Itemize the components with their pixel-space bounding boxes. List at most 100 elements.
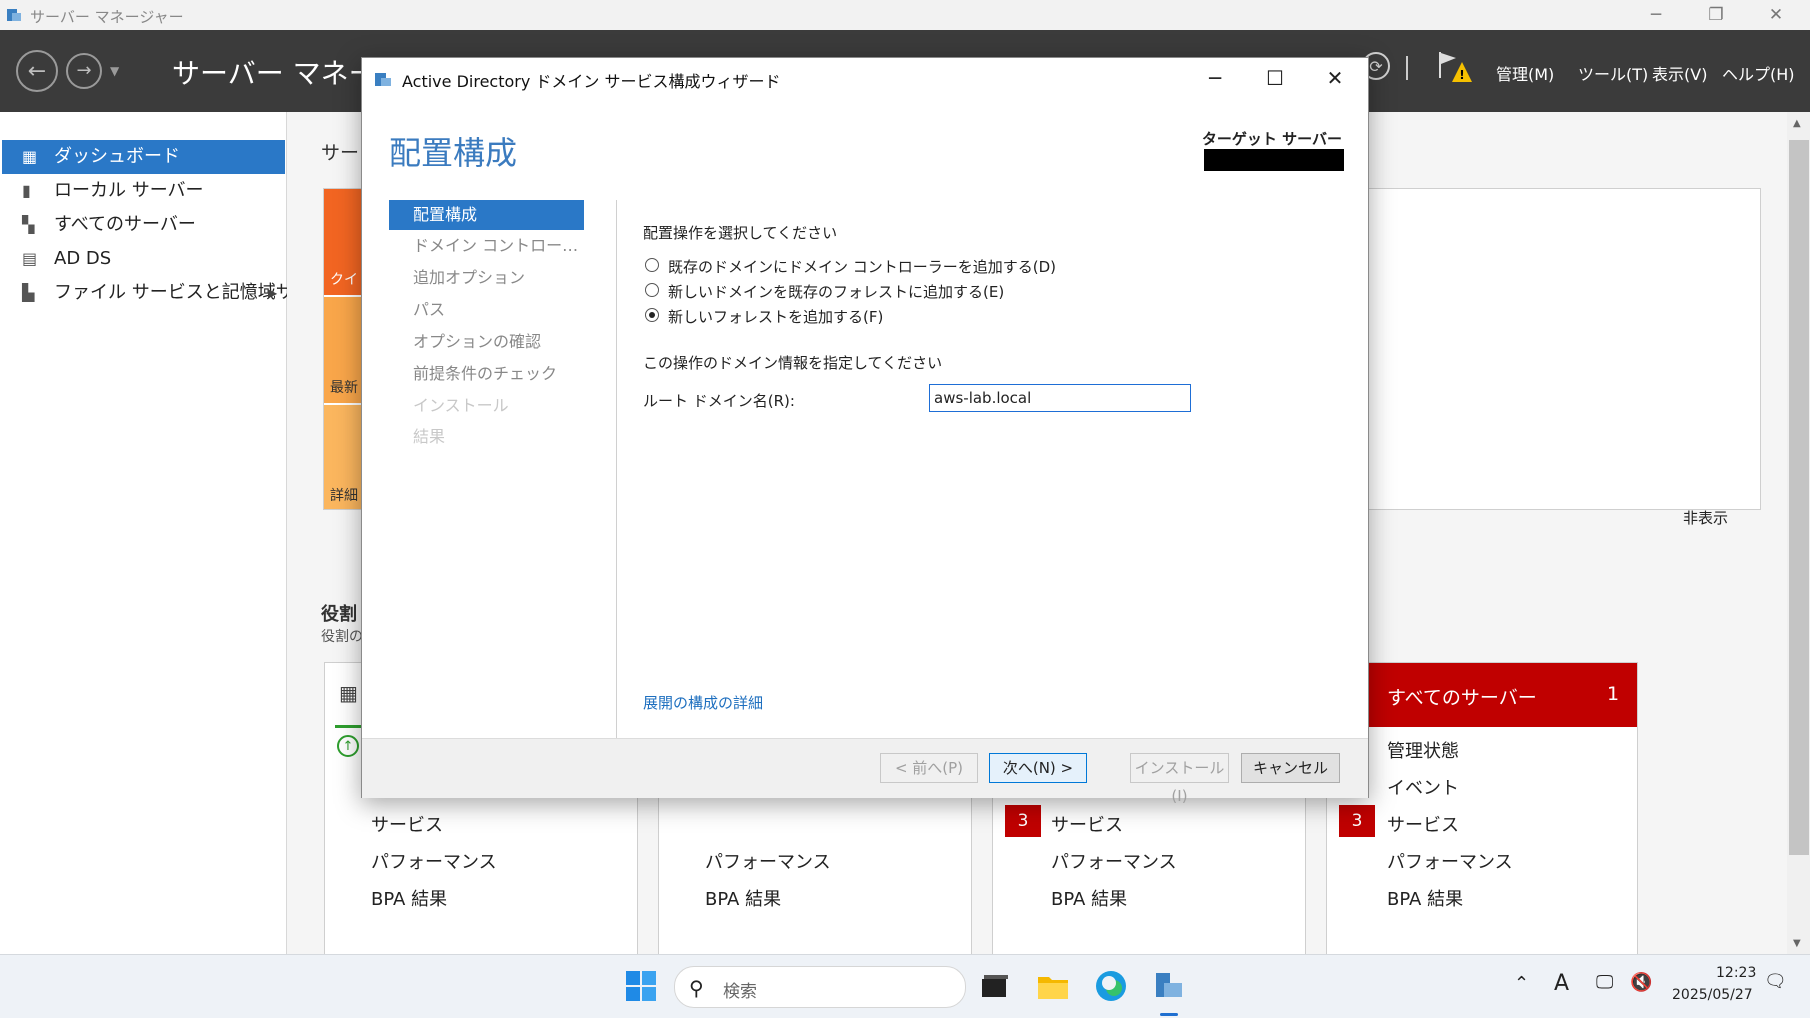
sidebar-item-adds[interactable]: ▤ AD DS <box>2 242 285 276</box>
step-deployment-config[interactable]: 配置構成 <box>389 200 584 230</box>
tile-row-manageability[interactable]: 管理状態 <box>1387 737 1459 763</box>
scroll-down-icon[interactable]: ▼ <box>1793 938 1801 949</box>
sidebar-item-label: AD DS <box>54 248 112 269</box>
radio-add-dc-existing-domain[interactable] <box>645 258 659 272</box>
step-dc-options[interactable]: ドメイン コントローラー オプション <box>389 231 584 261</box>
dashboard-icon: ▦ <box>22 147 38 166</box>
notification-flag-icon[interactable]: ! <box>1436 48 1472 88</box>
notification-center-icon[interactable]: 🗨 <box>1764 971 1787 992</box>
taskbar: ⚲ 検索 ⌃ A 🖵 🔇 12:23 2025/05/27 🗨 <box>0 954 1810 1018</box>
menu-view[interactable]: 表示(V) <box>1652 61 1707 85</box>
cancel-button[interactable]: キャンセル <box>1241 753 1340 783</box>
step-additional-options[interactable]: 追加オプション <box>389 263 584 293</box>
sidebar-item-file-services[interactable]: ▙ ファイル サービスと記憶域サ... ▶ <box>2 276 311 310</box>
tile-row-performance[interactable]: パフォーマンス <box>1387 848 1513 874</box>
network-icon[interactable]: 🖵 <box>1596 972 1613 993</box>
expand-chevron-icon[interactable]: ▶ <box>268 276 277 310</box>
wizard-titlebar: Active Directory ドメイン サービス構成ウィザード ─ ☐ ✕ <box>362 58 1368 98</box>
step-prerequisites-check[interactable]: 前提条件のチェック <box>389 359 584 389</box>
server-icon: ▮ <box>22 181 31 200</box>
servers-icon: ▚ <box>22 215 35 234</box>
alert-count-badge: 3 <box>1005 805 1041 837</box>
tile-row-performance[interactable]: パフォーマンス <box>705 848 831 874</box>
step-review-options[interactable]: オプションの確認 <box>389 327 584 357</box>
edge-browser-icon[interactable] <box>1094 969 1128 1003</box>
option-add-new-forest-label[interactable]: 新しいフォレストを追加する(F) <box>668 306 883 327</box>
roles-subheading: 役割の <box>321 629 363 645</box>
tile-row-performance[interactable]: パフォーマンス <box>1051 848 1177 874</box>
volume-icon[interactable]: 🔇 <box>1630 972 1652 993</box>
tile-row-bpa[interactable]: BPA 結果 <box>705 885 781 911</box>
sidebar-item-label: ローカル サーバー <box>54 180 204 201</box>
quick-start-tab[interactable]: クイッ <box>324 189 364 308</box>
menu-manage[interactable]: 管理(M) <box>1496 61 1554 85</box>
root-domain-input[interactable] <box>929 384 1191 412</box>
radio-add-new-forest[interactable] <box>645 308 659 322</box>
tile-row-services[interactable]: サービス <box>1387 811 1459 837</box>
steps-divider <box>616 200 617 770</box>
ime-indicator[interactable]: A <box>1554 971 1569 996</box>
tile-row-bpa[interactable]: BPA 結果 <box>371 885 447 911</box>
install-button[interactable]: インストール(I) <box>1130 753 1229 805</box>
menu-help[interactable]: ヘルプ(H) <box>1722 61 1795 85</box>
prev-button[interactable]: < 前へ(P) <box>880 753 978 783</box>
all-servers-tile-header[interactable]: すべてのサーバー 1 <box>1327 663 1637 727</box>
back-button[interactable]: ← <box>16 50 58 92</box>
scroll-up-icon[interactable]: ▲ <box>1793 118 1801 129</box>
role-tile-all-servers[interactable]: すべてのサーバー 1 管理状態 イベント 3 サービス パフォーマンス BPA … <box>1326 662 1638 956</box>
tile-row-services[interactable]: サービス <box>371 811 443 837</box>
search-icon: ⚲ <box>689 976 704 1000</box>
option-add-domain-existing-forest-label[interactable]: 新しいドメインを既存のフォレストに追加する(E) <box>668 281 1004 302</box>
select-operation-label: 配置操作を選択してください <box>643 224 838 242</box>
tile-row-bpa[interactable]: BPA 結果 <box>1051 885 1127 911</box>
forward-button[interactable]: → <box>66 53 102 89</box>
option-add-dc-existing-domain-label[interactable]: 既存のドメインにドメイン コントローラーを追加する(D) <box>668 256 1056 277</box>
active-app-indicator <box>1160 1013 1178 1016</box>
menu-tools[interactable]: ツール(T) <box>1578 61 1648 85</box>
whats-new-label: 最新 <box>330 380 358 396</box>
target-server-redacted <box>1204 149 1344 171</box>
step-paths[interactable]: パス <box>389 295 584 325</box>
learn-more-label: 詳細 <box>330 488 358 504</box>
outer-close-button[interactable]: ✕ <box>1756 2 1796 28</box>
deployment-config-details-link[interactable]: 展開の構成の詳細 <box>643 692 763 713</box>
scroll-thumb[interactable] <box>1789 140 1809 855</box>
terminal-icon[interactable] <box>978 969 1012 1003</box>
sidebar-item-local-server[interactable]: ▮ ローカル サーバー <box>2 174 285 208</box>
all-servers-count: 1 <box>1607 683 1620 705</box>
taskbar-search-box[interactable]: ⚲ 検索 <box>674 966 966 1008</box>
sidebar-item-all-servers[interactable]: ▚ すべてのサーバー <box>2 208 285 242</box>
outer-minimize-button[interactable]: ─ <box>1636 2 1676 28</box>
windows-start-icon[interactable] <box>624 969 658 1003</box>
tile-row-services[interactable]: サービス <box>1051 811 1123 837</box>
radio-add-domain-existing-forest[interactable] <box>645 283 659 297</box>
hide-link[interactable]: 非表示 <box>1683 507 1728 528</box>
file-explorer-icon[interactable] <box>1036 969 1070 1003</box>
wizard-maximize-button[interactable]: ☐ <box>1252 62 1298 94</box>
wizard-footer: < 前へ(P) 次へ(N) > インストール(I) キャンセル <box>362 738 1368 805</box>
header-separator <box>1406 56 1408 80</box>
sidebar-item-label: すべてのサーバー <box>54 214 196 235</box>
nav-history-dropdown-icon[interactable]: ▼ <box>110 64 119 78</box>
clock-date[interactable]: 2025/05/27 <box>1672 987 1753 1003</box>
welcome-heading: サー <box>321 142 360 164</box>
tile-row-performance[interactable]: パフォーマンス <box>371 848 497 874</box>
outer-restore-button[interactable]: ❐ <box>1696 2 1736 28</box>
wizard-minimize-button[interactable]: ─ <box>1192 62 1238 94</box>
wizard-app-icon <box>374 70 392 88</box>
domain-info-label: この操作のドメイン情報を指定してください <box>643 354 943 372</box>
adds-config-wizard-dialog: Active Directory ドメイン サービス構成ウィザード ─ ☐ ✕ … <box>361 57 1369 805</box>
server-manager-taskbar-icon[interactable] <box>1152 969 1186 1003</box>
sidebar-item-dashboard[interactable]: ▦ ダッシュボード <box>2 140 285 174</box>
roles-heading: 役割 <box>321 604 357 625</box>
step-results: 結果 <box>413 427 446 446</box>
clock-time[interactable]: 12:23 <box>1716 965 1756 981</box>
next-button[interactable]: 次へ(N) > <box>989 753 1087 783</box>
tile-row-bpa[interactable]: BPA 結果 <box>1387 885 1463 911</box>
learn-more-tab[interactable]: 詳細 <box>324 405 364 509</box>
whats-new-tab[interactable]: 最新 <box>324 297 364 403</box>
tray-overflow-chevron-icon[interactable]: ⌃ <box>1514 973 1529 994</box>
wizard-close-button[interactable]: ✕ <box>1312 62 1358 94</box>
server-manager-titlebar: サーバー マネージャー ─ ❐ ✕ <box>0 0 1810 30</box>
tile-row-events[interactable]: イベント <box>1387 774 1459 800</box>
